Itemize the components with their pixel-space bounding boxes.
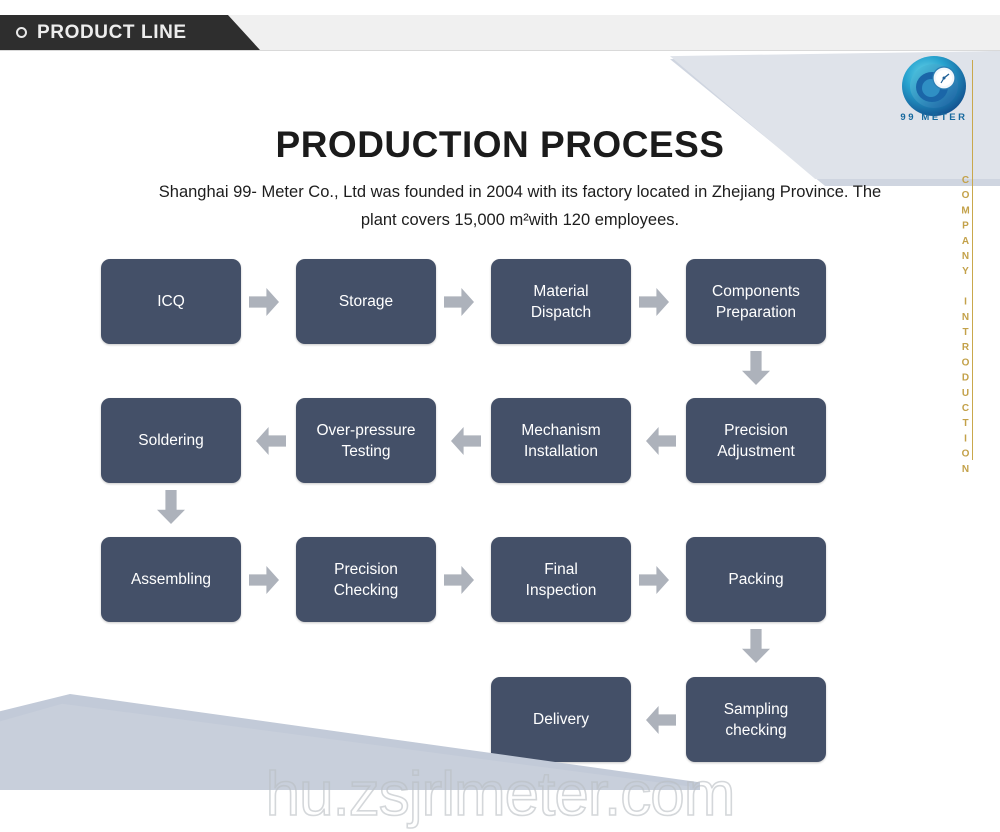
process-node-mechanism-installation[interactable]: Mechanism Installation xyxy=(491,398,631,483)
arrow-left-over-pressure-testing-to-soldering xyxy=(256,427,286,455)
node-label-line2: checking xyxy=(725,721,787,739)
node-label-line1: Material xyxy=(533,282,589,300)
node-label-line2: Preparation xyxy=(715,303,797,321)
arrow-down-soldering-to-assembling xyxy=(157,490,185,524)
node-label-line1: Delivery xyxy=(533,711,589,728)
arrow-left-mechanism-installation-to-over-pressure-testing xyxy=(451,427,481,455)
process-node-components-preparation[interactable]: Components Preparation xyxy=(686,259,826,344)
arrow-down-packing-to-sampling-checking xyxy=(742,629,770,663)
node-label-line2: Inspection xyxy=(525,581,597,599)
process-node-storage[interactable]: Storage xyxy=(296,259,436,344)
process-node-precision-checking[interactable]: Precision Checking xyxy=(296,537,436,622)
process-node-material-dispatch[interactable]: Material Dispatch xyxy=(491,259,631,344)
arrow-right-final-inspection-to-packing xyxy=(639,566,669,594)
node-label-line2: Checking xyxy=(333,581,399,599)
arrow-down-components-preparation-to-precision-adjustment xyxy=(742,351,770,385)
node-label-line1: Sampling xyxy=(723,700,789,718)
process-node-over-pressure-testing[interactable]: Over-pressure Testing xyxy=(296,398,436,483)
arrow-left-sampling-checking-to-delivery xyxy=(646,706,676,734)
process-node-assembling[interactable]: Assembling xyxy=(101,537,241,622)
site-watermark: hu.zsjrlmeter.com xyxy=(265,759,736,830)
node-label-line1: Storage xyxy=(338,293,394,310)
process-node-final-inspection[interactable]: Final Inspection xyxy=(491,537,631,622)
node-label-line1: Components xyxy=(712,282,800,300)
node-label-line2: Installation xyxy=(523,442,599,460)
node-label-line2: Adjustment xyxy=(717,442,795,460)
node-label-line1: Final xyxy=(544,560,578,578)
arrow-right-assembling-to-precision-checking xyxy=(249,566,279,594)
process-node-precision-adjustment[interactable]: Precision Adjustment xyxy=(686,398,826,483)
process-node-delivery[interactable]: Delivery xyxy=(491,677,631,762)
node-label-line1: Assembling xyxy=(130,571,212,588)
process-node-icq[interactable]: ICQ xyxy=(101,259,241,344)
node-label-line1: Soldering xyxy=(138,432,204,449)
arrow-left-precision-adjustment-to-mechanism-installation xyxy=(646,427,676,455)
arrow-right-storage-to-material-dispatch xyxy=(444,288,474,316)
process-node-packing[interactable]: Packing xyxy=(686,537,826,622)
process-node-sampling-checking[interactable]: Sampling checking xyxy=(686,677,826,762)
node-label-line2: Testing xyxy=(341,442,391,460)
node-label-line1: Mechanism xyxy=(521,421,601,439)
node-label-line1: Precision xyxy=(724,421,788,439)
node-label-line1: Precision xyxy=(334,560,398,578)
arrow-right-icq-to-storage xyxy=(249,288,279,316)
page-root: PRODUCT LINE 99 METER COMPANY INTRODUCTI… xyxy=(0,0,1000,832)
node-label-line2: Dispatch xyxy=(530,303,592,321)
arrow-right-precision-checking-to-final-inspection xyxy=(444,566,474,594)
process-node-soldering[interactable]: Soldering xyxy=(101,398,241,483)
node-label-line1: Packing xyxy=(728,571,784,588)
node-label-line1: ICQ xyxy=(157,293,185,310)
node-label-line1: Over-pressure xyxy=(316,421,416,439)
arrow-right-material-dispatch-to-components-preparation xyxy=(639,288,669,316)
